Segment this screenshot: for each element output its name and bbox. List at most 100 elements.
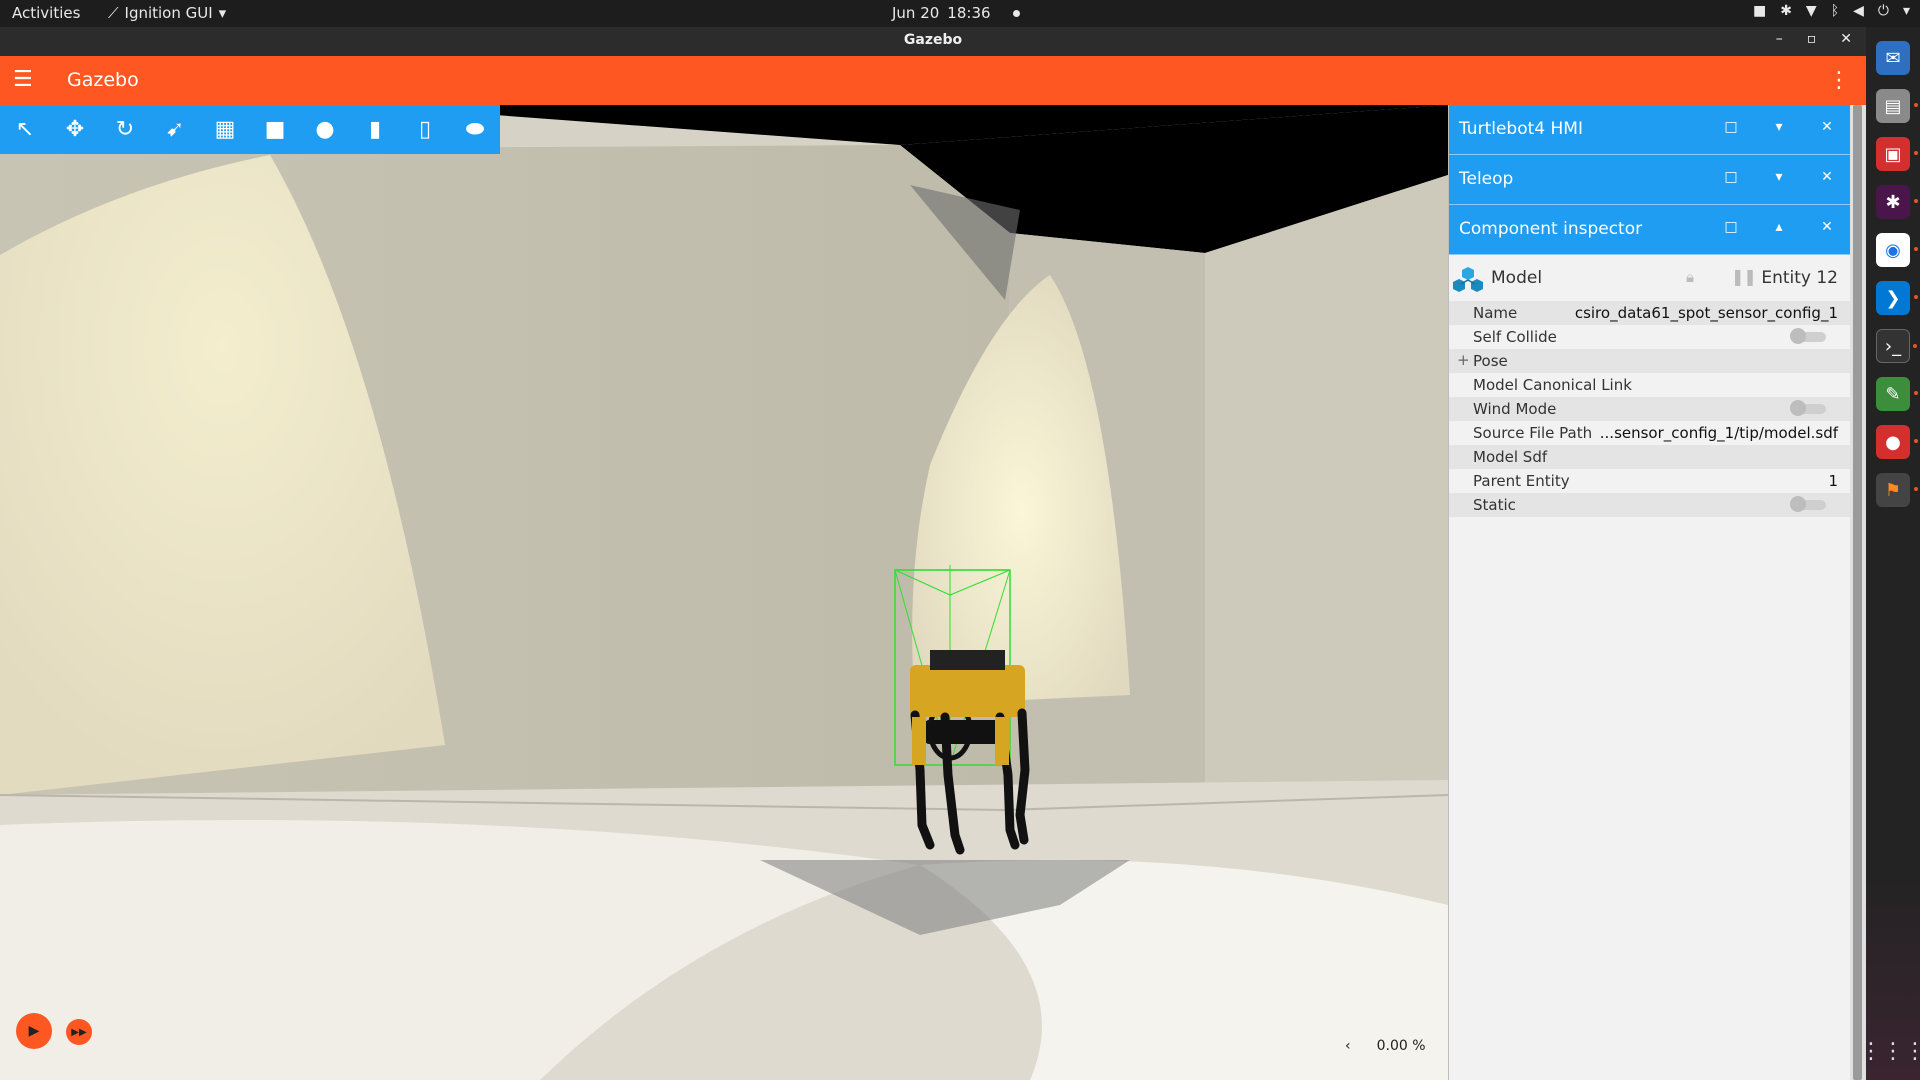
clock-date: Jun 20 [892, 4, 940, 22]
collapse-stats-button[interactable]: ‹ [1345, 1038, 1351, 1054]
screen-record-icon[interactable]: ■ [1753, 3, 1766, 19]
close-panel-icon[interactable]: ✕ [1818, 219, 1836, 235]
panel-title: Component inspector [1459, 219, 1643, 239]
3d-scene-viewport[interactable]: ↖ ✥ ↻ ➹ ▦ ■ ● ▮ ▯ ⬬ ▶ ▶▶ ‹ 0.00 % [0, 105, 1448, 1080]
chevron-down-icon[interactable]: ▾ [1903, 3, 1910, 19]
app-menu-icon: ⟋ [108, 4, 119, 22]
slack-icon[interactable]: ✱ [1876, 185, 1918, 219]
property-key: Self Collide [1473, 328, 1557, 346]
app-menu-label: Ignition GUI [124, 4, 213, 22]
box-shape-icon[interactable]: ■ [250, 105, 300, 154]
activities-button[interactable]: Activities [12, 4, 80, 22]
step-button[interactable]: ▶▶ [66, 1019, 92, 1045]
property-value: 1 [1828, 472, 1838, 490]
model-icon [1453, 267, 1483, 292]
property-row-model-canonical-link: Model Canonical Link [1449, 373, 1850, 397]
float-panel-icon[interactable]: □ [1722, 169, 1740, 185]
app-red-icon[interactable]: ▣ [1876, 137, 1918, 171]
notification-dot [1012, 9, 1020, 17]
property-row-pose[interactable]: + Pose [1449, 349, 1850, 373]
property-row-source-file-path: Source File Path ...sensor_config_1/tip/… [1449, 421, 1850, 445]
panel-teleop[interactable]: Teleop □ ▾ ✕ [1449, 155, 1850, 205]
clock-time: 18:36 [947, 4, 991, 22]
maximize-button[interactable]: ▫ [1807, 31, 1817, 47]
clock[interactable]: Jun 20 18:36 [892, 4, 1020, 22]
cylinder-shape-icon[interactable]: ▮ [350, 105, 400, 154]
screen-recorder-icon[interactable]: ● [1876, 425, 1918, 459]
system-top-bar: Activities ⟋ Ignition GUI ▾ Jun 20 18:36… [0, 0, 1920, 27]
image-editor-icon[interactable]: ✎ [1876, 377, 1918, 411]
panel-component-inspector[interactable]: Component inspector □ ▴ ✕ [1449, 205, 1850, 255]
select-tool-icon[interactable]: ↖ [0, 105, 50, 154]
property-key: Model Sdf [1473, 448, 1548, 466]
panel-scrollbar[interactable] [1850, 105, 1866, 1080]
system-tray[interactable]: ■ ✱ ▼ ᛒ ◀ ⏻ ▾ [1753, 3, 1910, 19]
capsule-shape-icon[interactable]: ▯ [400, 105, 450, 154]
property-row-self-collide: Self Collide [1449, 325, 1850, 349]
property-row-wind-mode: Wind Mode [1449, 397, 1850, 421]
property-row-parent-entity: Parent Entity 1 [1449, 469, 1850, 493]
vscode-icon[interactable]: ❯ [1876, 281, 1918, 315]
panel-title: Teleop [1459, 169, 1514, 189]
kebab-menu-icon[interactable]: ⋮ [1828, 68, 1850, 93]
gazebo-icon[interactable]: ⚑ [1876, 473, 1918, 507]
power-icon[interactable]: ⏻ [1878, 3, 1889, 19]
minimize-button[interactable]: – [1776, 31, 1783, 47]
property-key: Source File Path [1473, 424, 1593, 442]
scene-render [0, 105, 1448, 1080]
property-key: Parent Entity [1473, 472, 1570, 490]
slack-tray-icon[interactable]: ✱ [1780, 3, 1792, 19]
play-icon: ▶ [28, 1023, 40, 1039]
expand-panel-icon[interactable]: ▾ [1770, 119, 1788, 135]
wifi-icon[interactable]: ▼ [1806, 3, 1817, 19]
grid-tool-icon[interactable]: ▦ [200, 105, 250, 154]
sphere-shape-icon[interactable]: ● [300, 105, 350, 154]
close-button[interactable]: ✕ [1840, 31, 1852, 47]
terminal-icon[interactable]: ›_ [1876, 329, 1917, 363]
lock-icon[interactable]: 🔒︎ [1686, 268, 1694, 286]
panel-turtlebot4-hmi[interactable]: Turtlebot4 HMI □ ▾ ✕ [1449, 105, 1850, 155]
rtf-value: 0.00 % [1376, 1038, 1426, 1054]
close-panel-icon[interactable]: ✕ [1818, 119, 1836, 135]
expand-icon[interactable]: + [1457, 351, 1470, 369]
app-menu[interactable]: ⟋ Ignition GUI ▾ [108, 4, 226, 22]
collapse-panel-icon[interactable]: ▴ [1770, 219, 1788, 235]
bluetooth-icon[interactable]: ᛒ [1831, 3, 1839, 19]
property-row-model-sdf: Model Sdf [1449, 445, 1850, 469]
window-title-bar: Gazebo – ▫ ✕ [0, 27, 1866, 56]
hamburger-menu-icon[interactable]: ☰ [13, 69, 33, 91]
wind-mode-toggle[interactable] [1790, 400, 1828, 416]
translate-tool-icon[interactable]: ✥ [50, 105, 100, 154]
app-title: Gazebo [67, 69, 139, 91]
fast-forward-icon: ▶▶ [71, 1026, 87, 1038]
entity-id-label: Entity 12 [1761, 268, 1838, 288]
property-value: csiro_data61_spot_sensor_config_1 [1574, 304, 1838, 322]
window-controls: – ▫ ✕ [1776, 31, 1852, 47]
chevron-down-icon: ▾ [218, 4, 227, 22]
float-panel-icon[interactable]: □ [1722, 119, 1740, 135]
property-key: Static [1473, 496, 1516, 514]
self-collide-toggle[interactable] [1790, 328, 1828, 344]
float-panel-icon[interactable]: □ [1722, 219, 1740, 235]
pause-updates-icon[interactable]: ❚❚ [1731, 267, 1757, 286]
chrome-icon[interactable]: ◉ [1876, 233, 1918, 267]
play-button[interactable]: ▶ [16, 1013, 52, 1049]
dock: ✉ ▤ ▣ ✱ ◉ ❯ ›_ ✎ ● ⚑ ⋮⋮⋮ [1860, 27, 1920, 1080]
expand-panel-icon[interactable]: ▾ [1770, 169, 1788, 185]
show-apps-icon[interactable]: ⋮⋮⋮ [1860, 1039, 1920, 1064]
volume-icon[interactable]: ◀ [1853, 3, 1864, 19]
app-bar: ☰ Gazebo ⋮ [0, 56, 1866, 105]
thunderbird-icon[interactable]: ✉ [1876, 41, 1910, 75]
close-panel-icon[interactable]: ✕ [1818, 169, 1836, 185]
property-key: Wind Mode [1473, 400, 1557, 418]
property-value: ...sensor_config_1/tip/model.sdf [1599, 424, 1838, 442]
property-key: Model Canonical Link [1473, 376, 1632, 394]
static-toggle[interactable] [1790, 496, 1828, 512]
rotate-tool-icon[interactable]: ↻ [100, 105, 150, 154]
transform-control-icon[interactable]: ➹ [150, 105, 200, 154]
files-icon[interactable]: ▤ [1876, 89, 1918, 123]
ellipsoid-shape-icon[interactable]: ⬬ [450, 105, 500, 154]
property-key: Pose [1473, 352, 1508, 370]
scrollbar-thumb[interactable] [1853, 105, 1862, 1080]
inspector-header: Model 🔒︎ ❚❚ Entity 12 [1449, 255, 1850, 301]
